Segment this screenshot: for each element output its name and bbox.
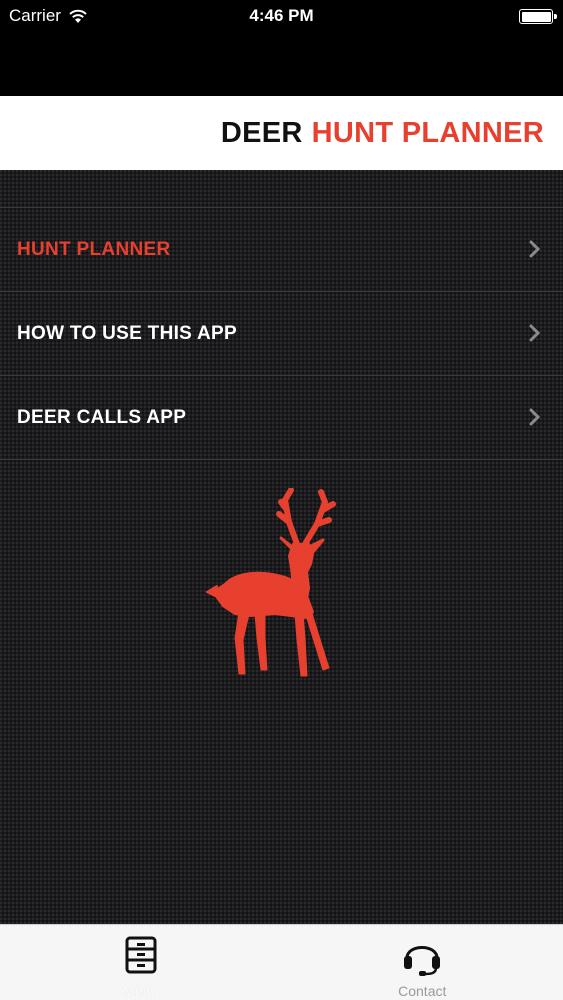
battery-fill (521, 11, 551, 22)
app-title-dark: DEER (220, 116, 303, 149)
nav-bar (0, 32, 563, 96)
tab-contact[interactable]: Contact (282, 925, 563, 1000)
tab-label: Menu (123, 983, 159, 999)
app-title-red: HUNT PLANNER (311, 116, 544, 149)
menu-item-label: DEER CALLS APP (17, 406, 187, 428)
menu-list: HUNT PLANNER HOW TO USE THIS APP DEER CA… (0, 207, 563, 460)
menu-item-hunt-planner[interactable]: HUNT PLANNER (0, 208, 563, 292)
tab-label: Contact (398, 983, 447, 999)
status-bar: Carrier 4:46 PM (0, 0, 563, 32)
status-time: 4:46 PM (249, 6, 314, 25)
menu-item-label: HOW TO USE THIS APP (17, 322, 237, 344)
chevron-right-icon (529, 324, 541, 342)
main-content: HUNT PLANNER HOW TO USE THIS APP DEER CA… (0, 170, 563, 924)
menu-item-deer-calls-app[interactable]: DEER CALLS APP (0, 376, 563, 460)
tab-bar: Menu Contact (0, 924, 563, 1000)
file-cabinet-icon (125, 936, 157, 974)
menu-item-label: HUNT PLANNER (17, 238, 171, 260)
deer-silhouette-icon (206, 488, 336, 677)
headset-icon (404, 946, 441, 976)
chevron-right-icon (529, 408, 541, 426)
battery-icon (519, 9, 557, 24)
app-title-banner: DEER HUNT PLANNER (0, 96, 563, 170)
chevron-right-icon (529, 240, 541, 258)
menu-item-how-to-use[interactable]: HOW TO USE THIS APP (0, 292, 563, 376)
tab-menu[interactable]: Menu (0, 925, 282, 1000)
